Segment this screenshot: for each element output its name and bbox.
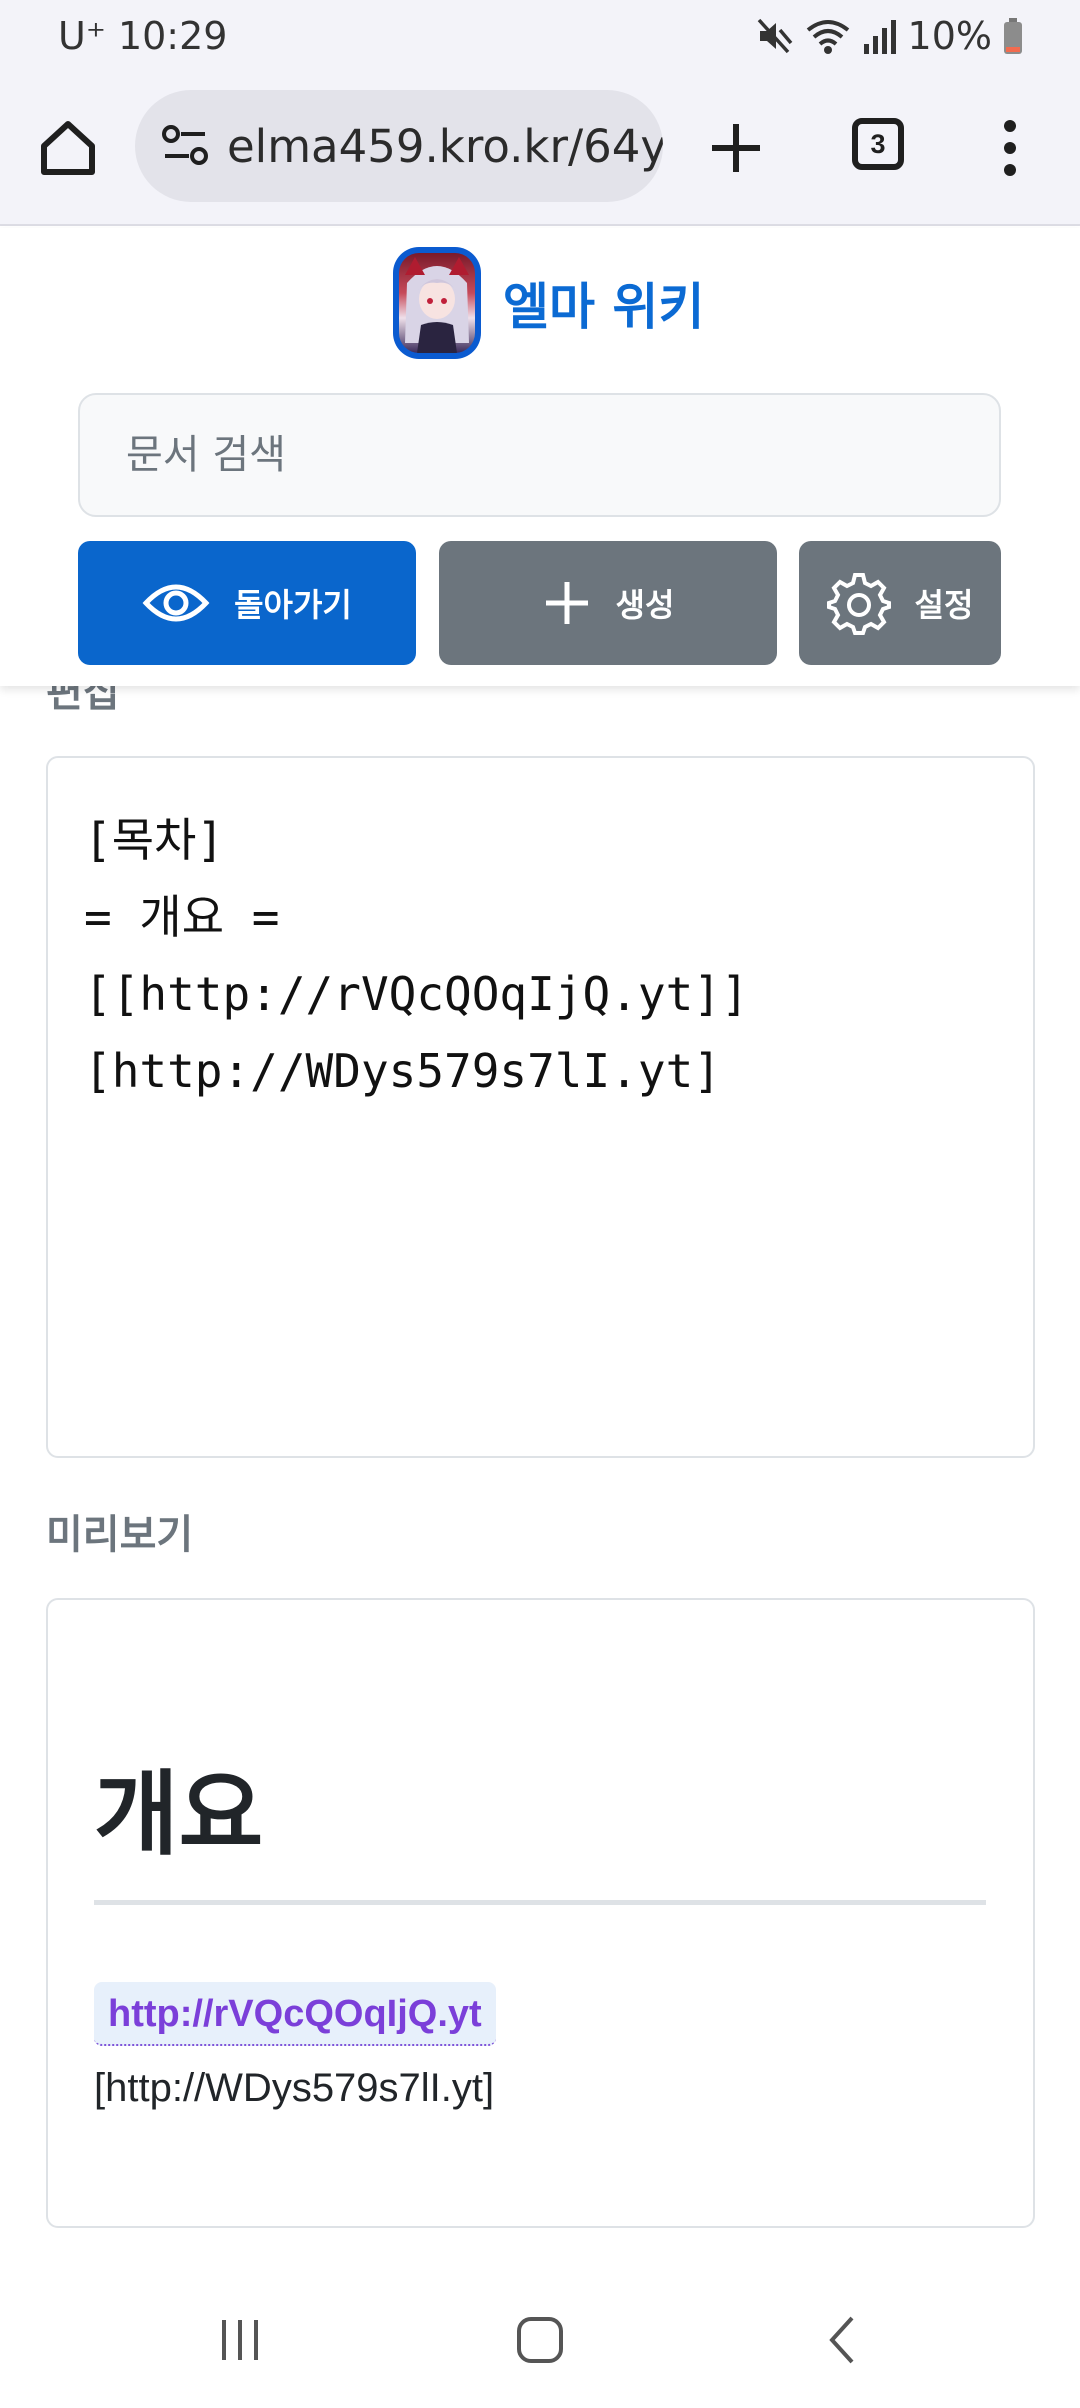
recent-apps-icon[interactable] <box>214 2314 266 2366</box>
more-menu-icon[interactable] <box>990 116 1030 180</box>
preview-external-text: [http://WDys579s7lI.yt] <box>94 2066 495 2110</box>
wiki-source-editor[interactable]: [목차] = 개요 = [[http://rVQcQOqIjQ.yt]] [ht… <box>46 756 1035 1458</box>
new-tab-icon[interactable] <box>706 118 766 178</box>
tab-count: 3 <box>870 129 886 159</box>
create-button-label: 생성 <box>615 586 675 624</box>
status-icons: 10% <box>754 14 1024 58</box>
url-text: elma459.kro.kr/64y/ <box>227 119 663 173</box>
status-bar: U⁺ 10:29 10% <box>0 0 1080 74</box>
site-info-icon[interactable] <box>159 120 211 172</box>
preview-panel: 개요 http://rVQcQOqIjQ.yt [http://WDys579s… <box>46 1598 1035 2228</box>
search-input[interactable]: 문서 검색 <box>78 393 1001 517</box>
settings-button-label: 설정 <box>914 586 974 624</box>
search-placeholder: 문서 검색 <box>126 432 286 478</box>
home-icon[interactable] <box>36 116 100 180</box>
tabs-icon[interactable]: 3 <box>852 118 904 170</box>
address-bar[interactable]: elma459.kro.kr/64y/ <box>135 90 663 202</box>
heading-divider <box>94 1900 986 1905</box>
site-name: 엘마 위키 <box>503 278 705 336</box>
home-nav-icon[interactable] <box>514 2314 566 2366</box>
preview-heading: 개요 <box>94 1761 264 1868</box>
site-header: 엘마 위키 문서 검색 돌아가기 생성 설정 <box>0 228 1080 686</box>
back-button[interactable]: 돌아가기 <box>78 541 416 665</box>
battery-icon <box>1004 18 1022 54</box>
preview-label: 미리보기 <box>46 1512 194 1558</box>
site-logo <box>393 247 481 359</box>
wifi-icon <box>806 20 849 54</box>
back-nav-icon[interactable] <box>818 2314 870 2366</box>
gear-icon <box>826 573 891 635</box>
system-nav-bar <box>0 2270 1080 2408</box>
site-brand[interactable]: 엘마 위키 <box>393 247 704 359</box>
character-avatar-icon <box>405 257 469 353</box>
eye-icon <box>142 584 210 622</box>
browser-toolbar: elma459.kro.kr/64y/ 3 <box>0 74 1080 226</box>
signal-icon <box>863 20 896 54</box>
back-button-label: 돌아가기 <box>234 586 352 624</box>
status-time: U⁺ 10:29 <box>58 14 228 58</box>
settings-button[interactable]: 설정 <box>799 541 1001 665</box>
battery-percent: 10% <box>907 14 992 58</box>
create-button[interactable]: 생성 <box>439 541 777 665</box>
plus-icon <box>545 582 588 624</box>
preview-wiki-link[interactable]: http://rVQcQOqIjQ.yt <box>94 1982 496 2046</box>
mute-icon <box>757 18 792 54</box>
